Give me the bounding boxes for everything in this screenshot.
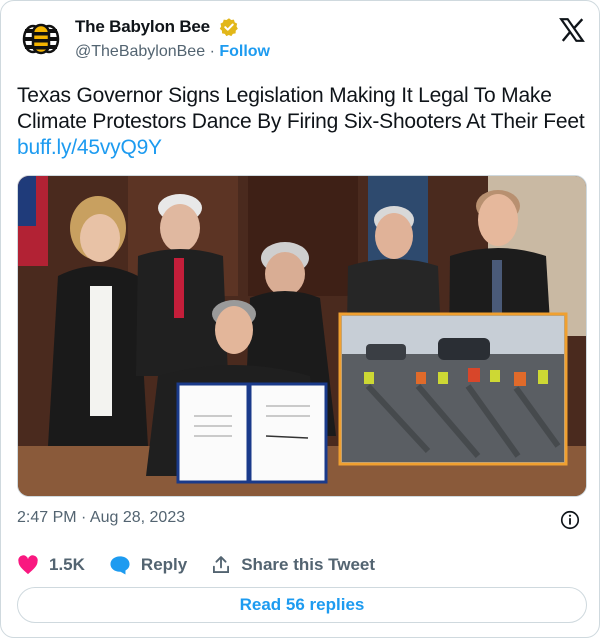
tweet-image[interactable] — [17, 175, 587, 497]
share-label: Share this Tweet — [241, 555, 376, 574]
heart-icon — [18, 555, 38, 575]
press-photo — [18, 176, 586, 496]
read-replies-button[interactable]: Read 56 replies — [17, 587, 587, 623]
action-bar: 1.5K Reply Share this Tweet — [17, 553, 399, 577]
x-logo-icon[interactable] — [559, 17, 585, 43]
share-icon — [213, 556, 230, 573]
tweet-timestamp[interactable]: 2:47 PM · Aug 28, 2023 — [17, 509, 185, 527]
follow-button[interactable]: Follow — [219, 43, 270, 60]
verified-badge-icon — [219, 18, 238, 37]
tweet-text: Texas Governor Signs Legislation Making … — [17, 83, 587, 161]
like-count: 1.5K — [49, 555, 85, 574]
inset-photo — [338, 312, 568, 466]
reply-bubble-icon — [110, 556, 130, 575]
reply-label: Reply — [140, 555, 188, 574]
tweet-body: Texas Governor Signs Legislation Making … — [17, 84, 585, 133]
handle[interactable]: @TheBabylonBee — [75, 43, 205, 60]
tweet-card: The Babylon Bee @TheBabylonBee · Follow … — [0, 0, 600, 638]
info-icon[interactable] — [559, 509, 581, 531]
like-button[interactable]: 1.5K — [17, 555, 85, 575]
display-name[interactable]: The Babylon Bee — [75, 17, 210, 37]
separator: · — [209, 43, 215, 60]
share-button[interactable]: Share this Tweet — [211, 555, 375, 575]
handle-row: @TheBabylonBee · Follow — [75, 43, 270, 61]
tweet-link[interactable]: buff.ly/45vyQ9Y — [17, 136, 162, 159]
bee-logo-icon — [22, 23, 60, 55]
reply-button[interactable]: Reply — [109, 555, 187, 575]
avatar[interactable] — [17, 15, 65, 63]
